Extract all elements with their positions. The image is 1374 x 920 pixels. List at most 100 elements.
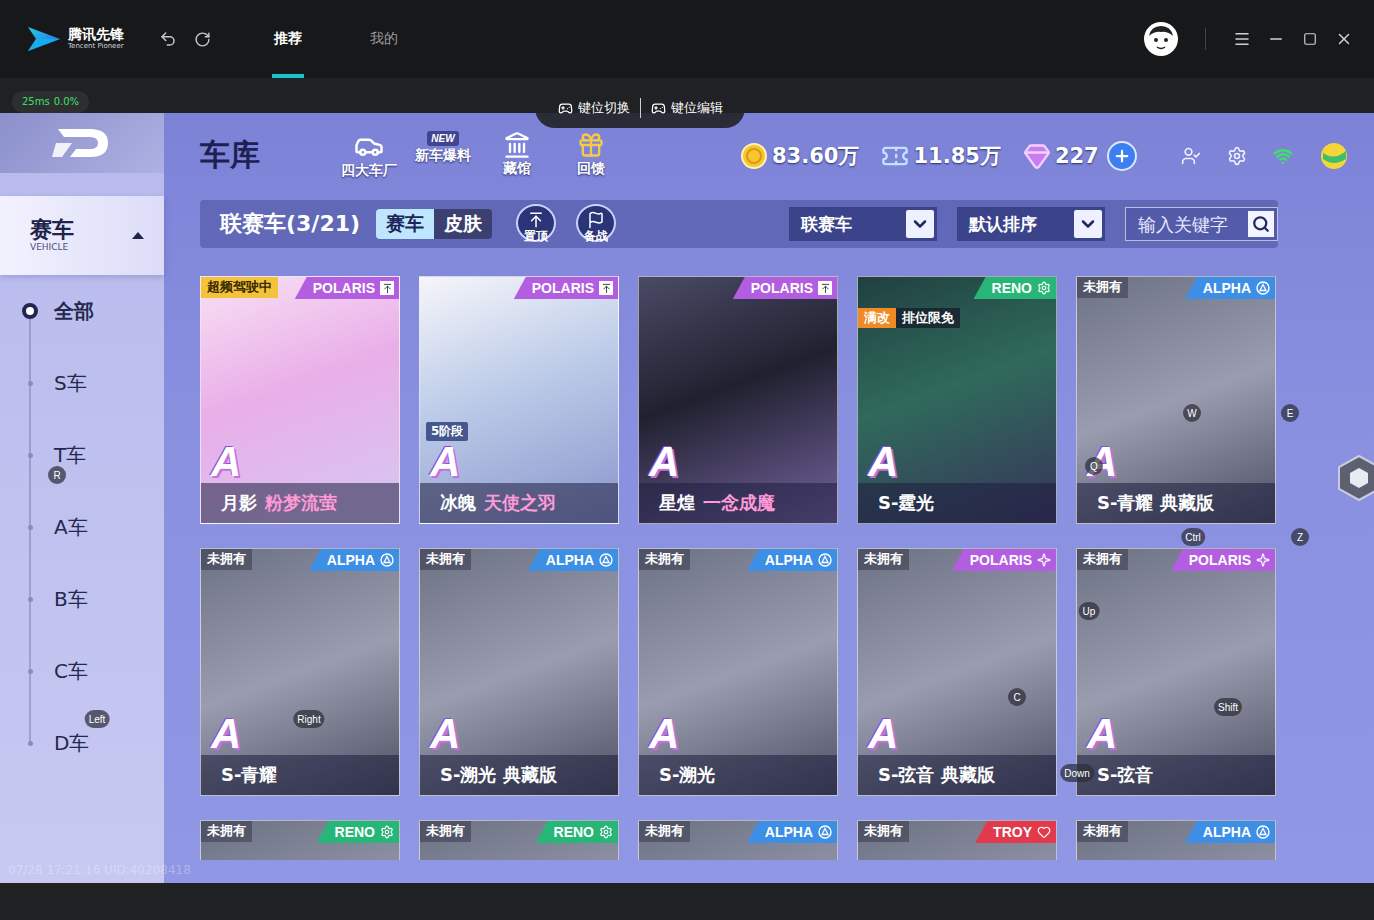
grade-letter: A bbox=[1077, 713, 1275, 755]
category-selector[interactable]: 赛车VEHICLE bbox=[0, 196, 164, 275]
settings-button[interactable] bbox=[1227, 146, 1247, 166]
status-tag: 超频驾驶中 bbox=[201, 277, 278, 298]
filter-dropdown[interactable]: 联赛车 bbox=[789, 207, 937, 241]
car-card[interactable]: 未拥有POLARISAS-弦音 bbox=[1076, 548, 1276, 796]
key-hint: Ctrl bbox=[1181, 528, 1205, 546]
car-card[interactable]: 未拥有RENO bbox=[419, 820, 619, 860]
class-item[interactable]: S车 bbox=[0, 347, 164, 419]
minimize-button[interactable] bbox=[1266, 29, 1286, 49]
car-card[interactable]: 未拥有ALPHAAS-溯光 典藏版 bbox=[419, 548, 619, 796]
car-card[interactable]: 未拥有RENO bbox=[200, 820, 400, 860]
class-item[interactable]: C车 bbox=[0, 635, 164, 707]
search-input[interactable] bbox=[1136, 213, 1248, 236]
friends-icon bbox=[1181, 141, 1201, 171]
pin-top-icon bbox=[527, 211, 545, 229]
pin-icon bbox=[380, 281, 394, 295]
key-mode-button[interactable]: 键位编辑 bbox=[641, 99, 733, 117]
shortcut-button[interactable]: 藏馆 bbox=[486, 131, 548, 180]
recharge-button[interactable] bbox=[1107, 141, 1137, 171]
triangle-icon bbox=[380, 553, 394, 567]
currency: 11.85万 bbox=[881, 142, 1000, 170]
action-button[interactable]: 备战 bbox=[576, 204, 616, 245]
shortcut-button[interactable]: 四大车厂 bbox=[338, 131, 400, 180]
grade-letter: A bbox=[858, 441, 1056, 483]
key-hint: Q bbox=[1085, 457, 1103, 475]
currency: 227 bbox=[1023, 142, 1099, 170]
wifi-icon bbox=[1273, 141, 1293, 171]
garage-panel: 车库四大车厂NEW新车爆料藏馆回馈83.60万11.85万227联赛车(3/21… bbox=[164, 113, 1374, 883]
grade-letter: A bbox=[201, 441, 399, 483]
car-name: S-弦音 典藏版 bbox=[858, 755, 1056, 795]
gear-icon bbox=[1227, 141, 1247, 171]
status-tag: 未拥有 bbox=[639, 821, 690, 842]
garage-header: 车库四大车厂NEW新车爆料藏馆回馈83.60万11.85万227 bbox=[200, 113, 1374, 198]
avatar-icon[interactable] bbox=[1143, 21, 1179, 57]
close-button[interactable] bbox=[1334, 29, 1354, 49]
action-button[interactable]: 置顶 bbox=[516, 204, 556, 245]
shortcut-button[interactable]: 回馈 bbox=[560, 131, 622, 180]
triangle-icon bbox=[1256, 825, 1270, 839]
car-card[interactable]: 超频驾驶中POLARISA月影粉梦流萤 bbox=[200, 276, 400, 524]
car-card[interactable]: 未拥有ALPHA bbox=[1076, 820, 1276, 860]
car-card[interactable]: 未拥有POLARISAS-弦音 典藏版 bbox=[857, 548, 1057, 796]
toggle-option[interactable]: 皮肤 bbox=[434, 209, 492, 239]
key-mode-button[interactable]: 键位切换 bbox=[548, 99, 640, 117]
shortcut-button[interactable]: NEW新车爆料 bbox=[412, 131, 474, 180]
grade-letter: A bbox=[858, 713, 1056, 755]
class-dot bbox=[28, 741, 33, 746]
pin-icon bbox=[818, 281, 832, 295]
friends-button[interactable] bbox=[1181, 146, 1201, 166]
game-screen: 赛车VEHICLE全部S车T车A车B车C车D车 车库四大车厂NEW新车爆料藏馆回馈… bbox=[0, 113, 1374, 883]
car-card[interactable]: 未拥有ALPHAAS-青耀 典藏版 bbox=[1076, 276, 1276, 524]
status-tag: 未拥有 bbox=[1077, 821, 1128, 842]
ticket-icon bbox=[881, 142, 909, 170]
nav-tab[interactable]: 推荐 bbox=[272, 0, 304, 78]
sparkle-icon bbox=[1256, 553, 1270, 567]
class-item[interactable]: B车 bbox=[0, 563, 164, 635]
car-name: 星煌一念成魔 bbox=[639, 483, 837, 523]
bottom-strip bbox=[0, 883, 1374, 920]
card-badge: 排位限免 bbox=[896, 308, 960, 328]
back-button[interactable] bbox=[158, 29, 178, 49]
filter-dropdown[interactable]: 默认排序 bbox=[957, 207, 1105, 241]
class-list: 全部S车T车A车B车C车D车 bbox=[0, 275, 164, 779]
brand-tag: TROY bbox=[975, 821, 1056, 843]
key-hint: Left bbox=[85, 710, 110, 728]
planet-icon[interactable] bbox=[1319, 141, 1349, 171]
gear-icon bbox=[380, 825, 394, 839]
car-card[interactable]: 未拥有ALPHAAS-青耀 bbox=[200, 548, 400, 796]
flag-icon bbox=[587, 211, 605, 229]
class-dot bbox=[28, 525, 33, 530]
toggle-option[interactable]: 赛车 bbox=[376, 209, 434, 239]
diamond-icon bbox=[1023, 142, 1051, 170]
game-logo bbox=[0, 113, 164, 173]
search-button[interactable] bbox=[1248, 211, 1274, 237]
garage-title: 车库 bbox=[200, 135, 338, 176]
nav-tab[interactable]: 我的 bbox=[368, 0, 400, 78]
car-card[interactable]: POLARISA星煌一念成魔 bbox=[638, 276, 838, 524]
floating-menu-button[interactable] bbox=[1336, 454, 1374, 502]
car-card[interactable]: RENO满改排位限免AS-霆光 bbox=[857, 276, 1057, 524]
brand-tag: ALPHA bbox=[528, 549, 618, 571]
hexagon-icon bbox=[1336, 454, 1374, 502]
maximize-button[interactable] bbox=[1300, 29, 1320, 49]
refresh-button[interactable] bbox=[192, 29, 212, 49]
class-item[interactable]: 全部 bbox=[0, 275, 164, 347]
menu-button[interactable] bbox=[1232, 29, 1252, 49]
grade-letter: A bbox=[639, 713, 837, 755]
class-item[interactable]: A车 bbox=[0, 491, 164, 563]
car-card[interactable]: POLARIS5阶段A冰魄天使之羽 bbox=[419, 276, 619, 524]
key-hint: R bbox=[48, 466, 66, 484]
caret-icon bbox=[132, 232, 144, 239]
car-card[interactable]: 未拥有ALPHA bbox=[638, 820, 838, 860]
coin-icon bbox=[740, 142, 768, 170]
refresh-icon bbox=[194, 31, 211, 48]
class-item[interactable]: D车 bbox=[0, 707, 164, 779]
class-item[interactable]: T车 bbox=[0, 419, 164, 491]
car-card[interactable]: 未拥有ALPHAAS-溯光 bbox=[638, 548, 838, 796]
filter-bar: 联赛车(3/21)赛车皮肤置顶备战联赛车默认排序 bbox=[200, 200, 1278, 248]
network-button[interactable] bbox=[1273, 146, 1293, 166]
car-card[interactable]: 未拥有TROY bbox=[857, 820, 1057, 860]
car-name: S-溯光 典藏版 bbox=[420, 755, 618, 795]
plus-icon bbox=[1113, 147, 1131, 165]
